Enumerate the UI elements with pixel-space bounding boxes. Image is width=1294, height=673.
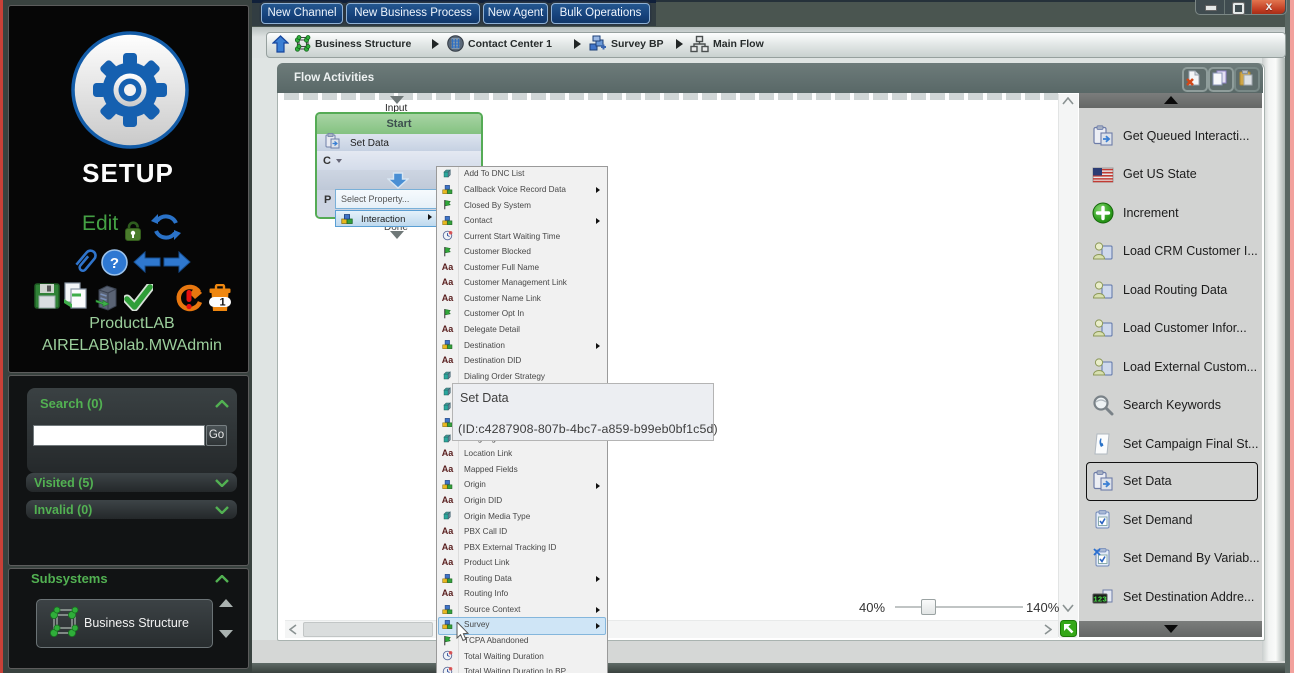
svg-text:1: 1 <box>219 297 225 309</box>
svg-text:?: ? <box>110 255 119 272</box>
